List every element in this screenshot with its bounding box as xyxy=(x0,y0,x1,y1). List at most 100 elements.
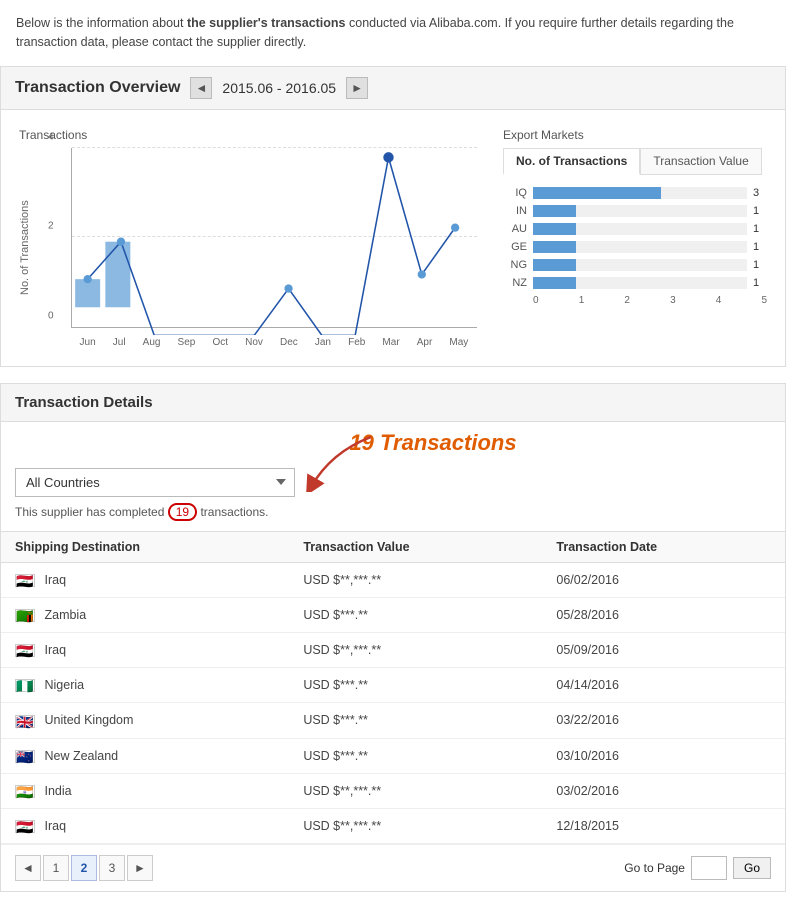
cell-date: 03/02/2016 xyxy=(542,773,785,808)
y-tick-4: 4 xyxy=(48,131,54,142)
count-in: 1 xyxy=(753,205,767,217)
export-tabs: No. of Transactions Transaction Value xyxy=(503,148,767,175)
country-name: Iraq xyxy=(44,643,66,657)
chart-inner: 4 2 0 xyxy=(41,148,477,348)
country-name: Zambia xyxy=(44,608,86,622)
table-row: 🇬🇧 United Kingdom USD $***.** 03/22/2016 xyxy=(1,703,785,738)
cell-country: 🇮🇳 India xyxy=(1,773,289,808)
export-row-in: IN 1 xyxy=(503,205,767,217)
transactions-chart: Transactions No. of Transactions 4 2 0 xyxy=(11,120,485,356)
page-btn-2[interactable]: 2 xyxy=(71,855,97,881)
prev-page-button[interactable]: ◄ xyxy=(15,855,41,881)
country-code-ge: GE xyxy=(503,241,527,253)
chart-title: Transactions xyxy=(19,128,477,142)
pagination-row: ◄ 1 2 3 ► Go to Page Go xyxy=(1,844,785,891)
cell-date: 03/10/2016 xyxy=(542,738,785,773)
table-row: 🇮🇶 Iraq USD $**,***.** 06/02/2016 xyxy=(1,562,785,597)
x-label-oct: Oct xyxy=(212,337,228,348)
flag-icon: 🇮🇶 xyxy=(15,644,35,657)
date-range: 2015.06 - 2016.05 xyxy=(222,80,336,96)
transaction-count-highlight: 19 xyxy=(168,503,197,521)
count-iq: 3 xyxy=(753,187,767,199)
cell-value: USD $***.** xyxy=(289,703,542,738)
table-row: 🇳🇿 New Zealand USD $***.** 03/10/2016 xyxy=(1,738,785,773)
cell-value: USD $**,***.** xyxy=(289,562,542,597)
export-markets-title: Export Markets xyxy=(503,128,767,142)
x-label-dec: Dec xyxy=(280,337,298,348)
col-shipping-destination: Shipping Destination xyxy=(1,531,289,562)
cell-date: 03/22/2016 xyxy=(542,703,785,738)
cell-value: USD $***.** xyxy=(289,597,542,632)
details-title: Transaction Details xyxy=(15,394,771,411)
cell-date: 12/18/2015 xyxy=(542,808,785,843)
flag-icon: 🇳🇬 xyxy=(15,679,35,692)
prev-period-button[interactable]: ◄ xyxy=(190,77,212,99)
col-transaction-date: Transaction Date xyxy=(542,531,785,562)
flag-icon: 🇿🇲 xyxy=(15,609,35,622)
go-button[interactable]: Go xyxy=(733,857,771,879)
cell-value: USD $***.** xyxy=(289,668,542,703)
country-name: United Kingdom xyxy=(44,713,133,727)
export-markets: Export Markets No. of Transactions Trans… xyxy=(495,120,775,356)
goto-label: Go to Page xyxy=(624,861,685,875)
x-label-mar: Mar xyxy=(382,337,399,348)
cell-date: 06/02/2016 xyxy=(542,562,785,597)
transaction-details-section: Transaction Details 19 Transactions All … xyxy=(0,383,786,893)
bar-wrap-iq xyxy=(533,187,747,199)
cell-country: 🇳🇿 New Zealand xyxy=(1,738,289,773)
filter-row: All Countries Iraq Zambia Nigeria United… xyxy=(1,458,785,531)
count-ge: 1 xyxy=(753,241,767,253)
line-chart-svg xyxy=(71,148,477,335)
table-row: 🇿🇲 Zambia USD $***.** 05/28/2016 xyxy=(1,597,785,632)
next-page-button[interactable]: ► xyxy=(127,855,153,881)
intro-text: Below is the information about the suppl… xyxy=(0,0,786,66)
export-row-iq: IQ 3 xyxy=(503,187,767,199)
export-row-ng: NG 1 xyxy=(503,259,767,271)
goto-area: Go to Page Go xyxy=(624,856,771,880)
country-name: Nigeria xyxy=(44,678,84,692)
bar-ge xyxy=(533,241,576,253)
cell-date: 05/28/2016 xyxy=(542,597,785,632)
country-filter-select[interactable]: All Countries Iraq Zambia Nigeria United… xyxy=(15,468,295,497)
count-ng: 1 xyxy=(753,259,767,271)
country-name: India xyxy=(44,784,71,798)
country-name: Iraq xyxy=(44,819,66,833)
x-label-apr: Apr xyxy=(417,337,433,348)
col-transaction-value: Transaction Value xyxy=(289,531,542,562)
bar-wrap-au xyxy=(533,223,747,235)
cell-country: 🇮🇶 Iraq xyxy=(1,808,289,843)
table-row: 🇳🇬 Nigeria USD $***.** 04/14/2016 xyxy=(1,668,785,703)
table-row: 🇮🇳 India USD $**,***.** 03/02/2016 xyxy=(1,773,785,808)
x-label-aug: Aug xyxy=(143,337,161,348)
chart-area: No. of Transactions 4 2 0 xyxy=(19,148,477,348)
annotation-area: 19 Transactions xyxy=(1,422,785,458)
flag-icon: 🇮🇶 xyxy=(15,820,35,833)
bar-nz xyxy=(533,277,576,289)
cell-date: 05/09/2016 xyxy=(542,632,785,667)
tab-transaction-value[interactable]: Transaction Value xyxy=(640,148,761,175)
transaction-overview-header: Transaction Overview ◄ 2015.06 - 2016.05… xyxy=(0,66,786,110)
charts-row: Transactions No. of Transactions 4 2 0 xyxy=(0,110,786,367)
page-btn-3[interactable]: 3 xyxy=(99,855,125,881)
bar-ng xyxy=(533,259,576,271)
x-labels: Jun Jul Aug Sep Oct Nov Dec Jan Feb Mar … xyxy=(71,337,477,348)
tab-num-transactions[interactable]: No. of Transactions xyxy=(503,148,640,175)
bar-in xyxy=(533,205,576,217)
details-header: Transaction Details xyxy=(1,384,785,422)
country-code-ng: NG xyxy=(503,259,527,271)
x-label-may: May xyxy=(449,337,468,348)
table-row: 🇮🇶 Iraq USD $**,***.** 12/18/2015 xyxy=(1,808,785,843)
bar-wrap-in xyxy=(533,205,747,217)
bar-wrap-nz xyxy=(533,277,747,289)
cell-country: 🇳🇬 Nigeria xyxy=(1,668,289,703)
cell-country: 🇮🇶 Iraq xyxy=(1,632,289,667)
bar-wrap-ge xyxy=(533,241,747,253)
x-label-sep: Sep xyxy=(178,337,196,348)
next-period-button[interactable]: ► xyxy=(346,77,368,99)
y-tick-2: 2 xyxy=(48,221,54,232)
goto-input[interactable] xyxy=(691,856,727,880)
x-label-jan: Jan xyxy=(315,337,331,348)
cell-country: 🇬🇧 United Kingdom xyxy=(1,703,289,738)
page-btn-1[interactable]: 1 xyxy=(43,855,69,881)
flag-icon: 🇳🇿 xyxy=(15,750,35,763)
